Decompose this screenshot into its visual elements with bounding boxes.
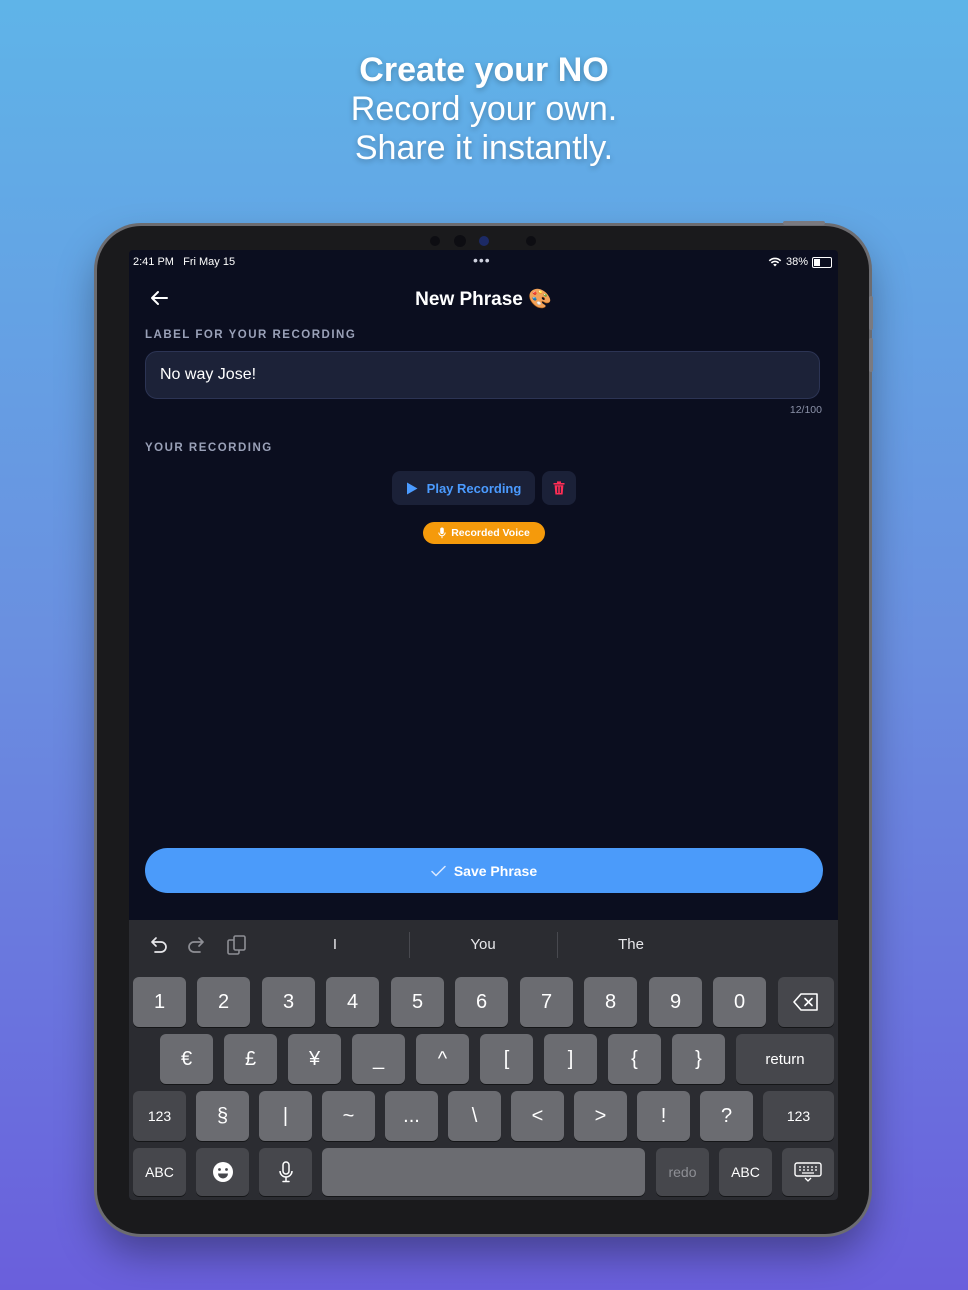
save-phrase-button[interactable]: Save Phrase	[145, 848, 823, 893]
page-title: New Phrase 🎨	[129, 287, 838, 311]
key-section[interactable]: §	[196, 1091, 249, 1141]
backspace-icon	[793, 993, 818, 1011]
volume-down-button	[869, 338, 873, 372]
microphone-icon	[438, 527, 446, 539]
status-time-date: 2:41 PM Fri May 15	[133, 256, 235, 268]
trash-icon	[553, 481, 565, 495]
key-0[interactable]: 0	[713, 977, 766, 1027]
numbers-mode-key-left[interactable]: 123	[133, 1091, 186, 1141]
volume-up-button	[869, 296, 873, 330]
status-bar: 2:41 PM Fri May 15 ••• 38%	[129, 252, 838, 272]
battery-percent: 38%	[785, 256, 808, 268]
suggestion-2[interactable]: You	[409, 936, 557, 953]
key-caret[interactable]: ^	[416, 1034, 469, 1084]
paste-icon[interactable]	[226, 934, 248, 956]
suggestion-1[interactable]: I	[261, 936, 409, 953]
play-icon	[406, 482, 418, 494]
redo-key[interactable]: redo	[656, 1148, 709, 1196]
key-backslash[interactable]: \	[448, 1091, 501, 1141]
play-recording-button[interactable]: Play Recording	[392, 471, 535, 505]
promo-headline: Create your NO Record your own. Share it…	[0, 50, 968, 168]
promo-line-1: Create your NO	[359, 51, 609, 89]
battery-icon	[812, 256, 832, 268]
key-underscore[interactable]: _	[352, 1034, 405, 1084]
key-less-than[interactable]: <	[511, 1091, 564, 1141]
nav-bar: New Phrase 🎨	[129, 286, 838, 310]
key-yen[interactable]: ¥	[288, 1034, 341, 1084]
recorded-voice-badge: Recorded Voice	[423, 522, 545, 544]
undo-icon[interactable]	[147, 934, 169, 956]
emoji-key[interactable]	[196, 1148, 249, 1196]
delete-key[interactable]	[778, 977, 834, 1027]
keyboard-dismiss-icon	[794, 1162, 822, 1182]
key-question[interactable]: ?	[700, 1091, 753, 1141]
recording-section-heading: YOUR RECORDING	[145, 442, 273, 454]
emoji-icon	[212, 1162, 233, 1182]
microphone-icon	[278, 1161, 293, 1183]
multitasking-dots-icon[interactable]: •••	[473, 252, 491, 268]
dictation-key[interactable]	[259, 1148, 312, 1196]
key-euro[interactable]: €	[160, 1034, 213, 1084]
top-button	[783, 221, 825, 225]
key-left-bracket[interactable]: [	[480, 1034, 533, 1084]
wifi-icon	[768, 257, 782, 267]
key-right-brace[interactable]: }	[672, 1034, 725, 1084]
camera-lens	[454, 235, 466, 247]
palette-icon: 🎨	[528, 289, 552, 310]
key-2[interactable]: 2	[197, 977, 250, 1027]
promo-line-2: Record your own.	[350, 90, 618, 128]
app-screen: 2:41 PM Fri May 15 ••• 38% New Phrase 🎨 …	[129, 250, 838, 1200]
key-greater-than[interactable]: >	[574, 1091, 627, 1141]
redo-icon[interactable]	[186, 934, 208, 956]
recorded-voice-label: Recorded Voice	[451, 527, 530, 539]
key-ellipsis[interactable]: ...	[385, 1091, 438, 1141]
abc-mode-key-left[interactable]: ABC	[133, 1148, 186, 1196]
status-right: 38%	[768, 256, 832, 268]
key-pipe[interactable]: |	[259, 1091, 312, 1141]
status-date: Fri May 15	[183, 256, 236, 268]
dismiss-keyboard-key[interactable]	[782, 1148, 834, 1196]
label-input[interactable]: No way Jose!	[145, 351, 820, 399]
suggestion-3[interactable]: The	[557, 936, 705, 953]
key-1[interactable]: 1	[133, 977, 186, 1027]
keyboard-suggestion-bar: I You The	[129, 920, 838, 972]
key-tilde[interactable]: ~	[322, 1091, 375, 1141]
key-5[interactable]: 5	[391, 977, 444, 1027]
save-phrase-label: Save Phrase	[453, 862, 538, 879]
key-7[interactable]: 7	[520, 977, 573, 1027]
page-title-text: New Phrase	[415, 289, 523, 310]
key-exclamation[interactable]: !	[637, 1091, 690, 1141]
key-pound[interactable]: £	[224, 1034, 277, 1084]
character-counter: 12/100	[789, 404, 822, 416]
checkmark-icon	[431, 865, 446, 876]
return-key[interactable]: return	[736, 1034, 834, 1084]
key-4[interactable]: 4	[326, 977, 379, 1027]
key-9[interactable]: 9	[649, 977, 702, 1027]
camera-sensor	[479, 236, 489, 246]
play-recording-label: Play Recording	[426, 480, 522, 496]
camera-dot	[430, 236, 440, 246]
delete-recording-button[interactable]	[542, 471, 576, 505]
onscreen-keyboard: I You The 1 2 3 4 5 6 7 8 9 0 € £ ¥ _ ^ …	[129, 920, 838, 1200]
status-time: 2:41 PM	[133, 256, 174, 268]
space-bar[interactable]	[322, 1148, 645, 1196]
camera-dot	[526, 236, 536, 246]
numbers-mode-key-right[interactable]: 123	[763, 1091, 834, 1141]
promo-line-3: Share it instantly.	[354, 129, 614, 167]
key-6[interactable]: 6	[455, 977, 508, 1027]
label-section-heading: LABEL FOR YOUR RECORDING	[145, 329, 357, 341]
abc-mode-key-right[interactable]: ABC	[719, 1148, 772, 1196]
key-3[interactable]: 3	[262, 977, 315, 1027]
key-8[interactable]: 8	[584, 977, 637, 1027]
key-right-bracket[interactable]: ]	[544, 1034, 597, 1084]
key-left-brace[interactable]: {	[608, 1034, 661, 1084]
